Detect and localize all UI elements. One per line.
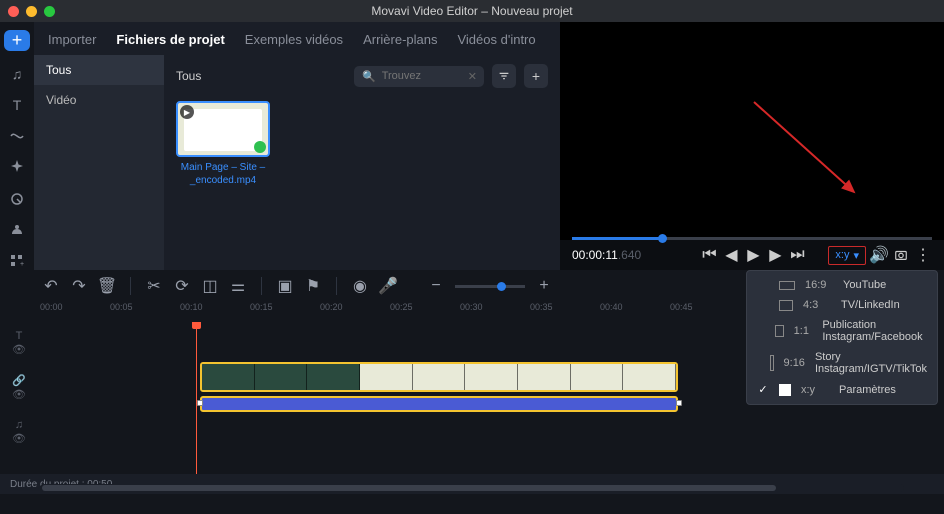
undo-button[interactable]: ↶ (40, 275, 62, 297)
timecode: 00:00:11.640 (572, 248, 641, 262)
cut-button[interactable]: ✂ (143, 275, 165, 297)
progress-thumb[interactable] (658, 234, 667, 243)
sort-button[interactable] (492, 64, 516, 88)
audio-clip[interactable] (200, 396, 678, 412)
prev-frame-button[interactable]: ◀ (722, 246, 740, 264)
mic-button[interactable]: 🎤 (377, 275, 399, 297)
stickers-tool-icon[interactable] (6, 190, 28, 207)
ai-tool-icon[interactable] (6, 221, 28, 238)
maximize-window-button[interactable] (44, 6, 55, 17)
preview-viewport[interactable] (560, 22, 944, 240)
video-clip[interactable] (200, 362, 678, 392)
minimize-window-button[interactable] (26, 6, 37, 17)
player-controls: 00:00:11.640 ⏮ ◀ ▶ ▶ ⏭ x:y ▾ 🔊 ⋮ (560, 240, 944, 270)
media-thumbnail[interactable]: ▶ Main Page – Site –_encoded.mp4 (176, 101, 270, 187)
zoom-out-button[interactable]: − (425, 275, 447, 297)
window-title: Movavi Video Editor – Nouveau projet (371, 4, 572, 18)
snapshot-button[interactable] (892, 246, 910, 264)
close-window-button[interactable] (8, 6, 19, 17)
add-folder-button[interactable]: + (524, 64, 548, 88)
clip-handle-right[interactable] (676, 400, 682, 406)
video-track-icon[interactable]: 🔗👁 (6, 374, 32, 401)
search-icon: 🔍 (362, 70, 376, 83)
aspect-ratio-menu: 16:9YouTube 4:3TV/LinkedIn 1:1Publicatio… (746, 270, 938, 405)
prev-clip-button[interactable]: ⏮ (700, 246, 718, 264)
window-controls (8, 6, 55, 17)
tab-backgrounds[interactable]: Arrière-plans (363, 32, 437, 47)
effects-tool-icon[interactable] (6, 159, 28, 176)
rotate-button[interactable]: ⟳ (171, 275, 193, 297)
tool-sidebar: + ♫ T + (0, 22, 34, 270)
clip-handle-left[interactable] (197, 400, 203, 406)
more-button[interactable]: ⋮ (914, 246, 932, 264)
zoom-in-button[interactable]: + (533, 275, 555, 297)
annotation-arrow (744, 92, 884, 212)
media-tabs: Importer Fichiers de projet Exemples vid… (34, 22, 560, 55)
crop-button[interactable]: ◫ (199, 275, 221, 297)
category-all[interactable]: Tous (34, 55, 164, 85)
record-button[interactable]: ◉ (349, 275, 371, 297)
search-field[interactable]: 🔍 ✕ (354, 66, 484, 87)
aspect-option-4-3[interactable]: 4:3TV/LinkedIn (747, 295, 937, 315)
aspect-option-1-1[interactable]: 1:1Publication Instagram/Facebook (747, 315, 937, 347)
aspect-ratio-button[interactable]: x:y ▾ (828, 246, 866, 265)
titles-tool-icon[interactable]: T (6, 96, 28, 113)
media-panel: Importer Fichiers de projet Exemples vid… (34, 22, 560, 270)
marker-button[interactable]: ⚑ (302, 275, 324, 297)
audio-track-icon[interactable]: ♫👁 (6, 419, 32, 445)
play-icon: ▶ (180, 105, 194, 119)
add-media-button[interactable]: + (4, 30, 30, 51)
tab-project-files[interactable]: Fichiers de projet (116, 32, 224, 47)
more-tools-icon[interactable]: + (6, 253, 28, 270)
next-clip-button[interactable]: ⏭ (788, 246, 806, 264)
tab-intros[interactable]: Vidéos d'intro (457, 32, 535, 47)
audio-tool-icon[interactable]: ♫ (6, 65, 28, 82)
grid-header-label: Tous (176, 69, 201, 83)
tab-import[interactable]: Importer (48, 32, 96, 47)
play-button[interactable]: ▶ (744, 246, 762, 264)
aspect-option-16-9[interactable]: 16:9YouTube (747, 275, 937, 295)
insert-button[interactable]: ▣ (274, 275, 296, 297)
aspect-option-9-16[interactable]: 9:16Story Instagram/IGTV/TikTok (747, 347, 937, 379)
search-input[interactable] (382, 70, 462, 82)
playhead[interactable] (196, 322, 197, 474)
media-name: Main Page – Site –_encoded.mp4 (176, 161, 270, 187)
aspect-option-custom[interactable]: ✓x:yParamètres (747, 379, 937, 400)
timeline-scrollbar[interactable] (40, 484, 904, 492)
tab-samples[interactable]: Exemples vidéos (245, 32, 343, 47)
preview-progress[interactable] (572, 237, 932, 240)
adjust-button[interactable]: ⚌ (227, 275, 249, 297)
redo-button[interactable]: ↷ (68, 275, 90, 297)
title-bar: Movavi Video Editor – Nouveau projet (0, 0, 944, 22)
category-video[interactable]: Vidéo (34, 85, 164, 115)
transitions-tool-icon[interactable] (6, 128, 28, 145)
preview-panel: ? 00:00:11.640 ⏮ ◀ ▶ ▶ ⏭ x:y ▾ 🔊 ⋮ (560, 22, 944, 270)
delete-button[interactable]: 🗑 (96, 275, 118, 297)
next-frame-button[interactable]: ▶ (766, 246, 784, 264)
zoom-slider[interactable] (455, 285, 525, 288)
chevron-down-icon: ▾ (853, 249, 859, 262)
title-track-icon[interactable]: T👁 (6, 330, 32, 356)
category-list: Tous Vidéo (34, 55, 164, 270)
svg-text:+: + (20, 261, 24, 268)
volume-button[interactable]: 🔊 (870, 246, 888, 264)
clear-search-icon[interactable]: ✕ (468, 70, 477, 83)
